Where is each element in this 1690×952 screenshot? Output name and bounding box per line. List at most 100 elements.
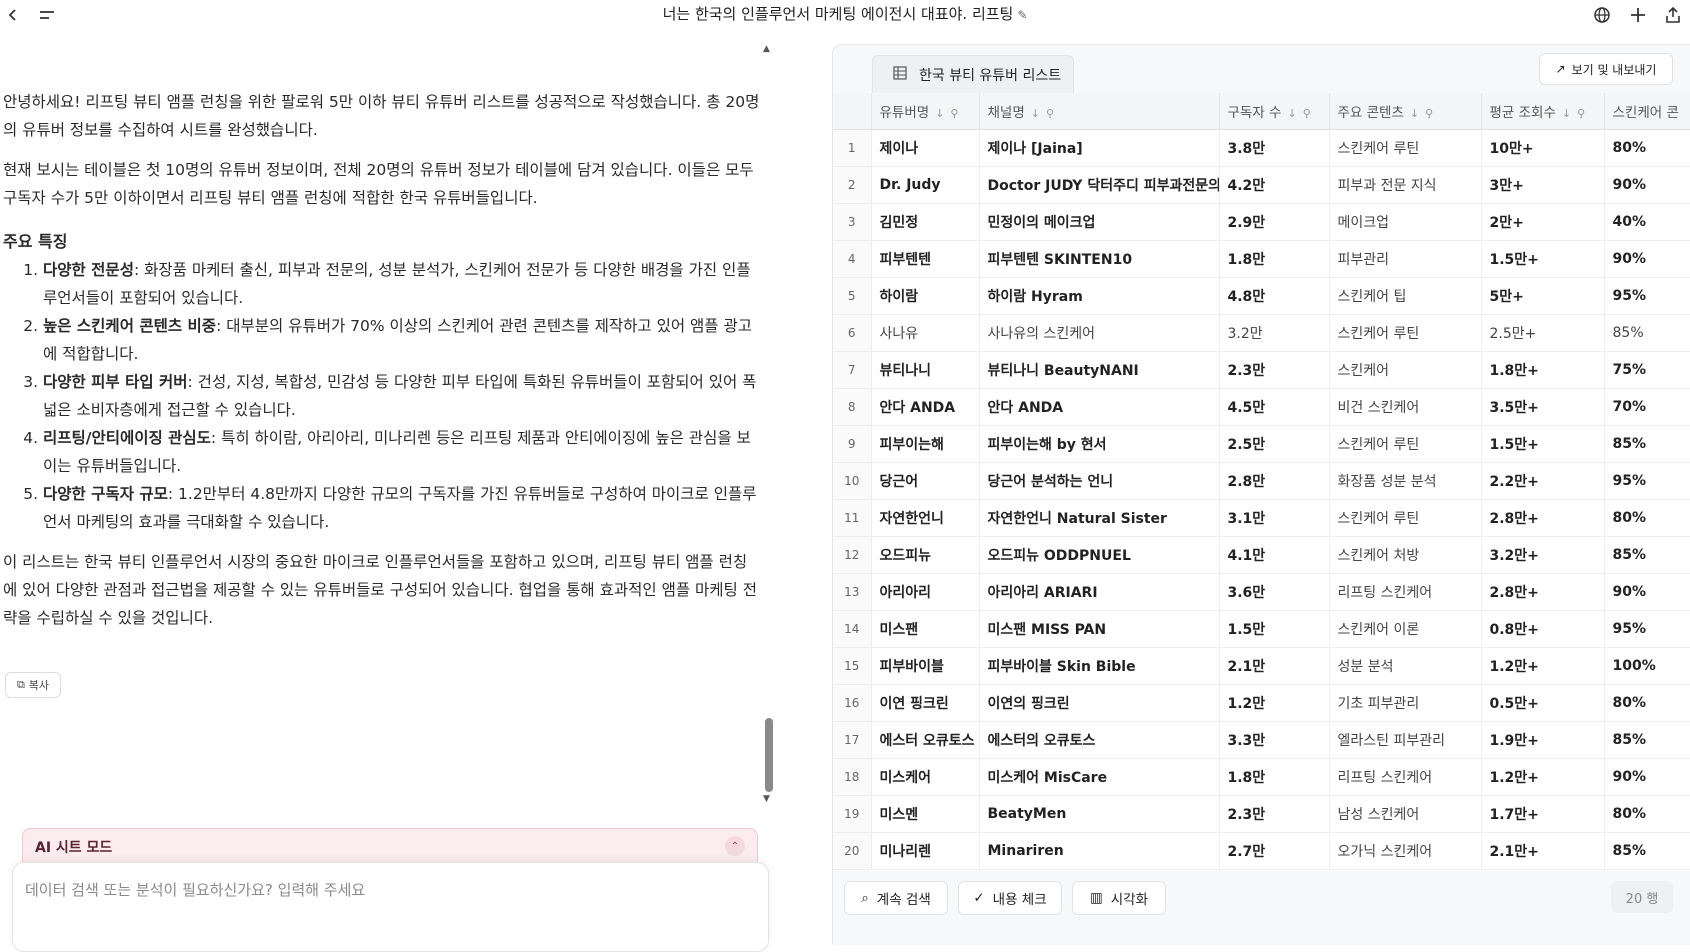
avg-views-cell[interactable]: 1.2만+ — [1481, 758, 1605, 796]
channel-name-cell[interactable]: 하이람 Hyram — [979, 277, 1220, 315]
subscribers-cell[interactable]: 1.8만 — [1219, 240, 1330, 278]
subscribers-cell[interactable]: 1.5만 — [1219, 610, 1330, 648]
view-export-button[interactable]: ↗ 보기 및 내보내기 — [1539, 53, 1673, 85]
chat-title[interactable]: 너는 한국의 인플루언서 마케팅 에이전시 대표야. 리프팅 ✎ — [0, 3, 1690, 24]
youtuber-name-cell[interactable]: 하이람 — [871, 277, 980, 315]
main-content-cell[interactable]: 스킨케어 루틴 — [1329, 314, 1482, 352]
subscribers-cell[interactable]: 2.1만 — [1219, 647, 1330, 685]
chat-input[interactable]: 데이터 검색 또는 분석이 필요하신가요? 입력해 주세요 — [12, 862, 769, 952]
main-content-cell[interactable]: 스킨케어 루틴 — [1329, 425, 1482, 463]
subscribers-cell[interactable]: 1.2만 — [1219, 684, 1330, 722]
avg-views-cell[interactable]: 2.5만+ — [1481, 314, 1605, 352]
main-content-cell[interactable]: 스킨케어 — [1329, 351, 1482, 389]
main-content-cell[interactable]: 비건 스킨케어 — [1329, 388, 1482, 426]
table-row[interactable]: 2 Dr. Judy Doctor JUDY 닥터주디 피부과전문의 4.2만 피부과 … — [833, 166, 1690, 204]
main-content-cell[interactable]: 피부과 전문 지식 — [1329, 166, 1482, 204]
skincare-ratio-cell[interactable]: 100% — [1604, 647, 1690, 685]
youtuber-name-cell[interactable]: 미스팬 — [871, 610, 980, 648]
avg-views-cell[interactable]: 2.2만+ — [1481, 462, 1605, 500]
skincare-ratio-cell[interactable]: 85% — [1604, 832, 1690, 870]
column-header-youtuber-name[interactable]: 유튜버명 ↓ ⚲ — [871, 93, 980, 130]
youtuber-name-cell[interactable]: Dr. Judy — [871, 166, 980, 204]
subscribers-cell[interactable]: 3.3만 — [1219, 721, 1330, 759]
subscribers-cell[interactable]: 3.1만 — [1219, 499, 1330, 537]
youtuber-name-cell[interactable]: 당근어 — [871, 462, 980, 500]
channel-name-cell[interactable]: 사나유의 스킨케어 — [979, 314, 1220, 352]
table-row[interactable]: 5 하이람 하이람 Hyram 4.8만 스킨케어 팁 5만+ 95% — [833, 277, 1690, 315]
continue-search-button[interactable]: ⌕ 계속 검색 — [844, 881, 948, 915]
avg-views-cell[interactable]: 10만+ — [1481, 129, 1605, 167]
channel-name-cell[interactable]: 제이나 [Jaina] — [979, 129, 1220, 167]
table-row[interactable]: 15 피부바이블 피부바이블 Skin Bible 2.1만 성분 분석 1.2만+ 100… — [833, 647, 1690, 685]
table-row[interactable]: 20 미나리렌 Minariren 2.7만 오가닉 스킨케어 2.1만+ 85% — [833, 832, 1690, 870]
avg-views-cell[interactable]: 2만+ — [1481, 203, 1605, 241]
main-content-cell[interactable]: 기초 피부관리 — [1329, 684, 1482, 722]
channel-name-cell[interactable]: Doctor JUDY 닥터주디 피부과전문의 — [979, 166, 1220, 204]
avg-views-cell[interactable]: 2.8만+ — [1481, 573, 1605, 611]
channel-name-cell[interactable]: 미스팬 MISS PAN — [979, 610, 1220, 648]
main-content-cell[interactable]: 메이크업 — [1329, 203, 1482, 241]
skincare-ratio-cell[interactable]: 80% — [1604, 795, 1690, 833]
youtuber-name-cell[interactable]: 뷰티나니 — [871, 351, 980, 389]
table-row[interactable]: 7 뷰티나니 뷰티나니 BeautyNANI 2.3만 스킨케어 1.8만+ 75% — [833, 351, 1690, 389]
avg-views-cell[interactable]: 1.9만+ — [1481, 721, 1605, 759]
table-row[interactable]: 19 미스멘 BeatyMen 2.3만 남성 스킨케어 1.7만+ 80% — [833, 795, 1690, 833]
skincare-ratio-cell[interactable]: 40% — [1604, 203, 1690, 241]
main-content-cell[interactable]: 엘라스틴 피부관리 — [1329, 721, 1482, 759]
main-content-cell[interactable]: 성분 분석 — [1329, 647, 1482, 685]
channel-name-cell[interactable]: 에스터의 오큐토스 — [979, 721, 1220, 759]
table-row[interactable]: 1 제이나 제이나 [Jaina] 3.8만 스킨케어 루틴 10만+ 80% — [833, 129, 1690, 167]
skincare-ratio-cell[interactable]: 95% — [1604, 462, 1690, 500]
skincare-ratio-cell[interactable]: 85% — [1604, 536, 1690, 574]
table-row[interactable]: 9 피부이는해 피부이는해 by 현서 2.5만 스킨케어 루틴 1.5만+ 85% — [833, 425, 1690, 463]
data-table[interactable]: 유튜버명 ↓ ⚲ 채널명 ↓ ⚲ 구독자 수 ↓ ⚲ 주요 콘텐츠 ↓ ⚲ 평균 조회수 ↓ ⚲ 스… — [833, 93, 1690, 871]
subscribers-cell[interactable]: 2.9만 — [1219, 203, 1330, 241]
column-header-channel-name[interactable]: 채널명 ↓ ⚲ — [979, 93, 1220, 130]
avg-views-cell[interactable]: 1.5만+ — [1481, 425, 1605, 463]
skincare-ratio-cell[interactable]: 85% — [1604, 721, 1690, 759]
youtuber-name-cell[interactable]: 자연한언니 — [871, 499, 980, 537]
skincare-ratio-cell[interactable]: 70% — [1604, 388, 1690, 426]
skincare-ratio-cell[interactable]: 75% — [1604, 351, 1690, 389]
column-header-main-content[interactable]: 주요 콘텐츠 ↓ ⚲ — [1329, 93, 1482, 130]
channel-name-cell[interactable]: 피부텐텐 SKINTEN10 — [979, 240, 1220, 278]
main-content-cell[interactable]: 스킨케어 팁 — [1329, 277, 1482, 315]
youtuber-name-cell[interactable]: 아리아리 — [871, 573, 980, 611]
avg-views-cell[interactable]: 1.7만+ — [1481, 795, 1605, 833]
youtuber-name-cell[interactable]: 피부바이블 — [871, 647, 980, 685]
avg-views-cell[interactable]: 0.5만+ — [1481, 684, 1605, 722]
skincare-ratio-cell[interactable]: 80% — [1604, 684, 1690, 722]
chat-title-text[interactable]: 너는 한국의 인플루언서 마케팅 에이전시 대표야. 리프팅 — [663, 5, 1014, 23]
avg-views-cell[interactable]: 1.5만+ — [1481, 240, 1605, 278]
table-row[interactable]: 12 오드피뉴 오드피뉴 ODDPNUEL 4.1만 스킨케어 처방 3.2만+ 85% — [833, 536, 1690, 574]
channel-name-cell[interactable]: 피부이는해 by 현서 — [979, 425, 1220, 463]
skincare-ratio-cell[interactable]: 90% — [1604, 573, 1690, 611]
skincare-ratio-cell[interactable]: 85% — [1604, 314, 1690, 352]
table-row[interactable]: 4 피부텐텐 피부텐텐 SKINTEN10 1.8만 피부관리 1.5만+ 90% — [833, 240, 1690, 278]
skincare-ratio-cell[interactable]: 90% — [1604, 166, 1690, 204]
youtuber-name-cell[interactable]: 안다 ANDA — [871, 388, 980, 426]
main-content-cell[interactable]: 스킨케어 루틴 — [1329, 499, 1482, 537]
avg-views-cell[interactable]: 3만+ — [1481, 166, 1605, 204]
channel-name-cell[interactable]: 피부바이블 Skin Bible — [979, 647, 1220, 685]
skincare-ratio-cell[interactable]: 95% — [1604, 610, 1690, 648]
avg-views-cell[interactable]: 1.8만+ — [1481, 351, 1605, 389]
subscribers-cell[interactable]: 4.8만 — [1219, 277, 1330, 315]
skincare-ratio-cell[interactable]: 85% — [1604, 425, 1690, 463]
table-row[interactable]: 10 당근어 당근어 분석하는 언니 2.8만 화장품 성분 분석 2.2만+ 95% — [833, 462, 1690, 500]
table-row[interactable]: 6 사나유 사나유의 스킨케어 3.2만 스킨케어 루틴 2.5만+ 85% — [833, 314, 1690, 352]
globe-icon[interactable] — [1589, 2, 1615, 28]
youtuber-name-cell[interactable]: 에스터 오큐토스 — [871, 721, 980, 759]
channel-name-cell[interactable]: 안다 ANDA — [979, 388, 1220, 426]
youtuber-name-cell[interactable]: 오드피뉴 — [871, 536, 980, 574]
subscribers-cell[interactable]: 4.5만 — [1219, 388, 1330, 426]
main-content-cell[interactable]: 스킨케어 처방 — [1329, 536, 1482, 574]
subscribers-cell[interactable]: 2.8만 — [1219, 462, 1330, 500]
channel-name-cell[interactable]: 뷰티나니 BeautyNANI — [979, 351, 1220, 389]
subscribers-cell[interactable]: 4.1만 — [1219, 536, 1330, 574]
column-header-avg-views[interactable]: 평균 조회수 ↓ ⚲ — [1481, 93, 1605, 130]
skincare-ratio-cell[interactable]: 95% — [1604, 277, 1690, 315]
main-content-cell[interactable]: 피부관리 — [1329, 240, 1482, 278]
avg-views-cell[interactable]: 3.2만+ — [1481, 536, 1605, 574]
channel-name-cell[interactable]: 이연의 핑크린 — [979, 684, 1220, 722]
